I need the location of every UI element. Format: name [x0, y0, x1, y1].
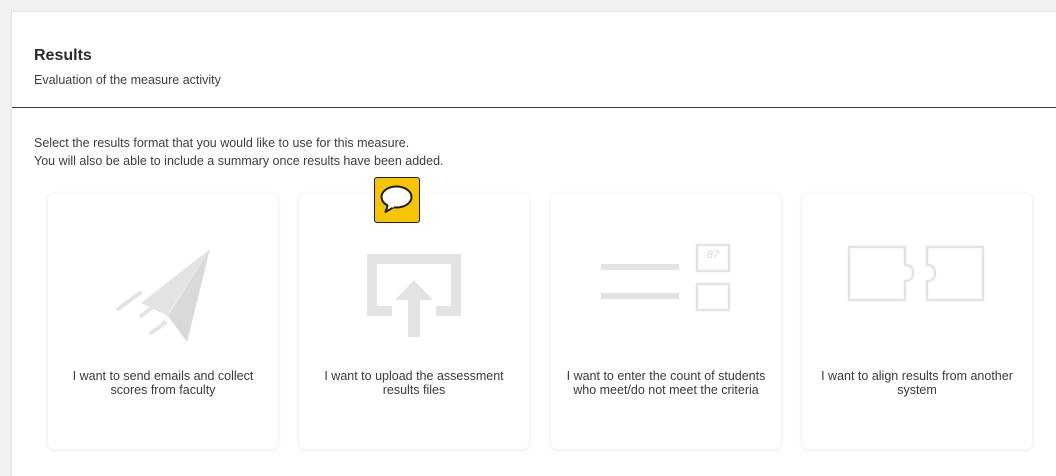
results-subtitle: Evaluation of the measure activity	[34, 73, 221, 87]
intro-text-line-2: You will also be able to include a summa…	[34, 154, 444, 168]
option-label: I want to align results from another sys…	[821, 369, 1013, 397]
option-card-upload-files[interactable]: I want to upload the assessment results …	[299, 193, 529, 449]
option-card-enter-count[interactable]: 87 I want to enter the count of students…	[551, 193, 781, 449]
speech-bubble-icon	[380, 185, 413, 213]
results-panel: Results Evaluation of the measure activi…	[11, 11, 1056, 476]
comment-button[interactable]	[374, 177, 420, 223]
intro-text-line-1: Select the results format that you would…	[34, 136, 410, 150]
results-header: Results Evaluation of the measure activi…	[12, 12, 1056, 108]
count-entry-icon	[551, 193, 781, 343]
puzzle-link-icon	[802, 193, 1032, 343]
option-label: I want to send emails and collect scores…	[72, 369, 254, 397]
paper-plane-icon	[48, 193, 278, 343]
results-title: Results	[34, 47, 92, 64]
option-label: I want to enter the count of students wh…	[566, 369, 766, 397]
option-card-send-emails[interactable]: I want to send emails and collect scores…	[48, 193, 278, 449]
option-label: I want to upload the assessment results …	[324, 369, 504, 397]
option-card-align-results[interactable]: I want to align results from another sys…	[802, 193, 1032, 449]
sample-count-value: 87	[706, 249, 720, 261]
